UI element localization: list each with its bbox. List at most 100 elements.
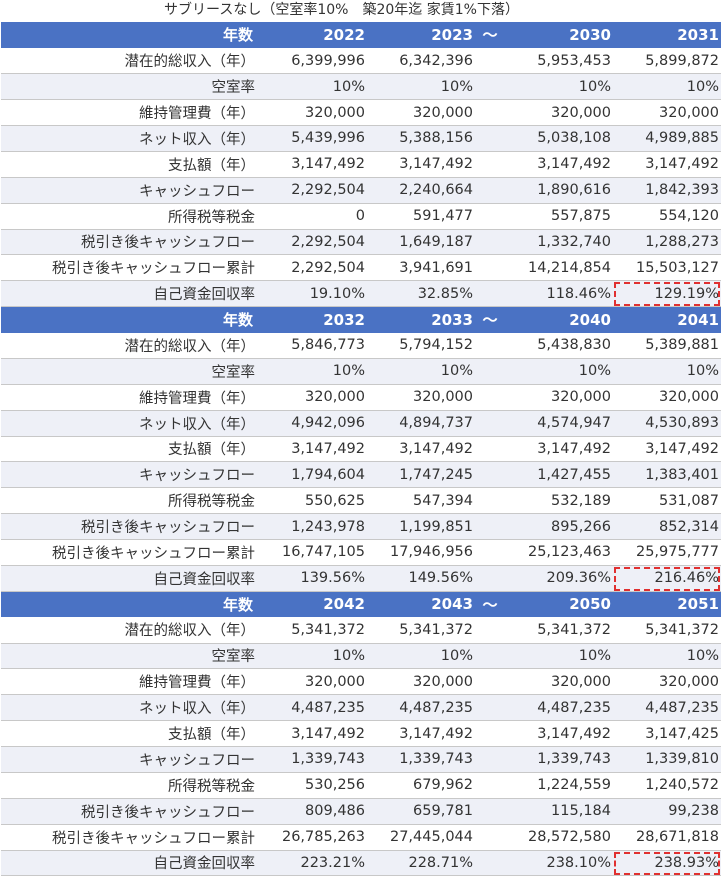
table-row: 支払額（年） 3,147,492 3,147,492 3,147,492 3,147,4… <box>1 720 721 747</box>
row-label: 税引き後キャッシュフロー累計 <box>1 254 259 282</box>
table-cell: 26,785,263 <box>259 824 367 851</box>
row-label: 自己資金回収率 <box>1 565 259 592</box>
table-cell: 1,339,743 <box>259 746 367 773</box>
header-row: 年数 2032 2033 ～ 2040 2041 <box>1 306 721 333</box>
row-label: ネット収入（年） <box>1 125 259 152</box>
table-cell: 1,199,851 <box>367 513 475 540</box>
gap-cell <box>475 824 505 851</box>
year-header: 2043 <box>367 591 475 618</box>
year-header: 2031 <box>613 22 721 48</box>
table-cell: 238.10% <box>505 850 613 877</box>
table-cell: 659,781 <box>367 798 475 825</box>
table-cell: 3,147,492 <box>367 436 475 463</box>
table-cell: 28,671,818 <box>613 824 721 851</box>
table-cell: 320,000 <box>367 668 475 696</box>
row-label: 所得税等税金 <box>1 203 259 230</box>
table-row: 維持管理費（年） 320,000 320,000 320,000 320,000 <box>1 99 721 126</box>
row-label: 自己資金回収率 <box>1 850 259 877</box>
table-cell: 1,383,401 <box>613 461 721 489</box>
table-cell: 320,000 <box>367 384 475 411</box>
table-cell: 3,147,492 <box>505 720 613 747</box>
table-cell: 14,214,854 <box>505 254 613 282</box>
table-cell: 10% <box>259 643 367 670</box>
row-label: 支払額（年） <box>1 436 259 463</box>
table-cell: 2,292,504 <box>259 254 367 282</box>
table-cell: 3,147,492 <box>259 436 367 463</box>
table-cell: 10% <box>367 358 475 385</box>
table-cell: 550,625 <box>259 487 367 515</box>
table-cell: 5,038,108 <box>505 125 613 152</box>
highlighted-cell: 216.46% <box>613 565 721 592</box>
table-cell: 17,946,956 <box>367 539 475 566</box>
table-row: 所得税等税金 0 591,477 557,875 554,120 <box>1 203 721 230</box>
table-cell: 1,747,245 <box>367 461 475 489</box>
table-cell: 1,224,559 <box>505 772 613 799</box>
table-cell: 1,842,393 <box>613 177 721 204</box>
table-row: 維持管理費（年） 320,000 320,000 320,000 320,000 <box>1 668 721 696</box>
table-cell: 2,292,504 <box>259 177 367 204</box>
table-cell: 530,256 <box>259 772 367 799</box>
gap-symbol: ～ <box>475 22 505 48</box>
table-cell: 139.56% <box>259 565 367 592</box>
gap-cell <box>475 565 505 592</box>
gap-cell <box>475 617 505 644</box>
row-label: 維持管理費（年） <box>1 99 259 126</box>
gap-cell <box>475 436 505 463</box>
row-label: 潜在的総収入（年） <box>1 47 259 75</box>
table-cell: 3,147,492 <box>259 720 367 747</box>
table-row: 税引き後キャッシュフロー累計 26,785,263 27,445,044 28,572… <box>1 824 721 851</box>
table-row: 自己資金回収率 223.21% 228.71% 238.10% 238.93% <box>1 850 721 877</box>
table-cell: 320,000 <box>505 384 613 411</box>
table-cell: 25,123,463 <box>505 539 613 566</box>
table-cell: 4,942,096 <box>259 410 367 437</box>
table-cell: 3,147,492 <box>367 151 475 178</box>
table-row: 税引き後キャッシュフロー 809,486 659,781 115,184 99,238 <box>1 798 721 825</box>
year-header: 2030 <box>505 22 613 48</box>
table-cell: 320,000 <box>613 668 721 696</box>
gap-cell <box>475 539 505 566</box>
year-header: 2040 <box>505 306 613 333</box>
table-cell: 5,899,872 <box>613 47 721 75</box>
table-cell: 4,530,893 <box>613 410 721 437</box>
table-cell: 895,266 <box>505 513 613 540</box>
table-row: 自己資金回収率 19.10% 32.85% 118.46% 129.19% <box>1 280 721 308</box>
row-label: 税引き後キャッシュフロー累計 <box>1 539 259 566</box>
table-row: 支払額（年） 3,147,492 3,147,492 3,147,492 3,147,4… <box>1 436 721 463</box>
table-row: 潜在的総収入（年） 6,399,996 6,342,396 5,953,453 5,89… <box>1 47 721 75</box>
table-cell: 223.21% <box>259 850 367 877</box>
gap-cell <box>475 746 505 773</box>
gap-cell <box>475 384 505 411</box>
gap-cell <box>475 461 505 489</box>
year-header: 2023 <box>367 22 475 48</box>
table-row: 潜在的総収入（年） 5,341,372 5,341,372 5,341,372 5,34… <box>1 617 721 644</box>
table-cell: 4,487,235 <box>259 694 367 722</box>
table-cell: 149.56% <box>367 565 475 592</box>
highlighted-cell: 238.93% <box>613 850 721 877</box>
table-cell: 1,794,604 <box>259 461 367 489</box>
table-cell: 5,341,372 <box>367 617 475 644</box>
gap-cell <box>475 694 505 722</box>
table-cell: 209.36% <box>505 565 613 592</box>
header-row: 年数 2022 2023 ～ 2030 2031 <box>1 22 721 48</box>
table-cell: 3,941,691 <box>367 254 475 282</box>
table-cell: 5,846,773 <box>259 332 367 359</box>
table-row: 税引き後キャッシュフロー 1,243,978 1,199,851 895,266 852… <box>1 513 721 540</box>
table-cell: 679,962 <box>367 772 475 799</box>
table-cell: 4,989,885 <box>613 125 721 152</box>
table-cell: 10% <box>613 358 721 385</box>
table-cell: 5,388,156 <box>367 125 475 152</box>
table-cell: 4,487,235 <box>613 694 721 722</box>
year-header: 2042 <box>259 591 367 618</box>
table-cell: 5,794,152 <box>367 332 475 359</box>
table-row: ネット収入（年） 4,942,096 4,894,737 4,574,947 4,530… <box>1 410 721 437</box>
row-label: 所得税等税金 <box>1 487 259 515</box>
header-label: 年数 <box>1 22 259 48</box>
table-row: 維持管理費（年） 320,000 320,000 320,000 320,000 <box>1 384 721 411</box>
row-label: 潜在的総収入（年） <box>1 332 259 359</box>
table-cell: 5,389,881 <box>613 332 721 359</box>
table-row: キャッシュフロー 2,292,504 2,240,664 1,890,616 1,842… <box>1 177 721 204</box>
table-cell: 591,477 <box>367 203 475 230</box>
table-cell: 3,147,492 <box>259 151 367 178</box>
gap-cell <box>475 410 505 437</box>
table-cell: 99,238 <box>613 798 721 825</box>
